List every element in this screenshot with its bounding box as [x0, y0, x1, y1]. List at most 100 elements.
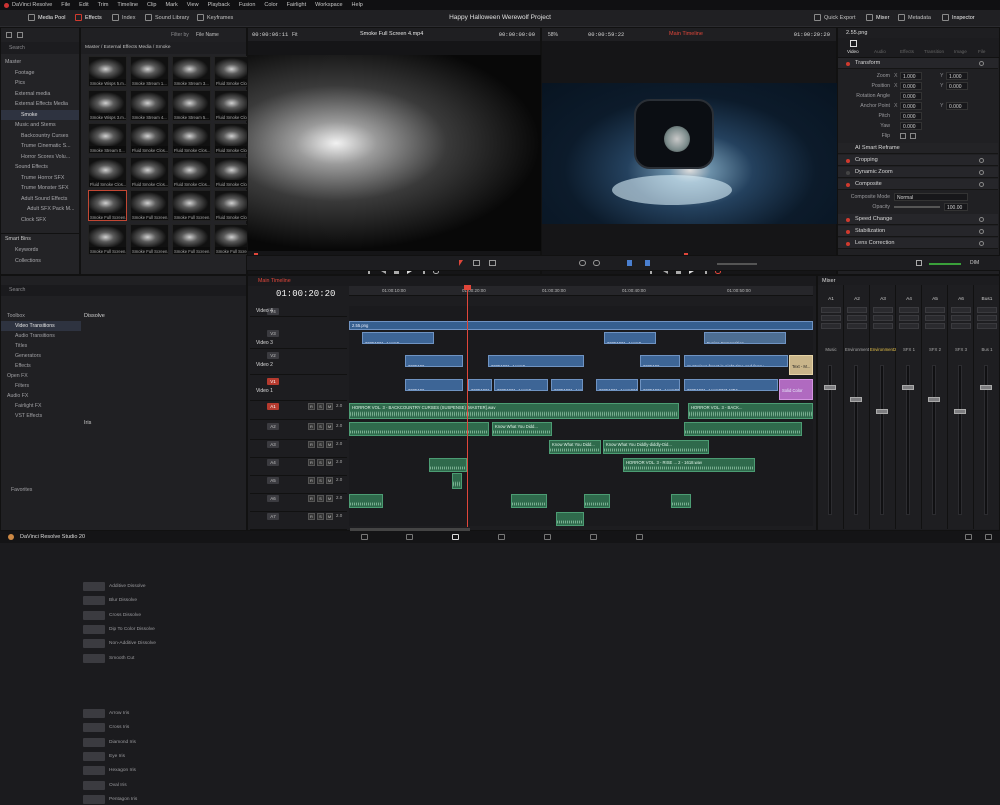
transition-item[interactable]: Blur Dissolve: [83, 595, 243, 606]
home-icon[interactable]: [965, 534, 972, 540]
timeline-name[interactable]: Main Timeline: [669, 31, 703, 37]
blade-tool-icon[interactable]: [489, 260, 496, 266]
fx-toolbox[interactable]: Toolbox: [1, 311, 81, 321]
zoom-slider[interactable]: [717, 263, 757, 265]
audio-clip[interactable]: HORROR VOL. 3 - RISE ... 2 - 1618.wav: [623, 458, 755, 472]
track-header-a5[interactable]: A5 2.0 R S M: [250, 476, 347, 494]
transition-item[interactable]: Cross Iris: [83, 722, 243, 733]
track-header-a1[interactable]: A1 2.0 R S M: [250, 402, 347, 420]
menu-fairlight[interactable]: Fairlight: [287, 0, 307, 10]
track-id-badge[interactable]: A1: [267, 403, 279, 410]
master-volume-slider[interactable]: [929, 263, 961, 265]
fx-effects[interactable]: Effects: [1, 361, 81, 371]
media-thumbnail[interactable]: Smoke Wisps 5.m...: [88, 56, 127, 87]
bin-smoke[interactable]: Smoke: [1, 109, 79, 120]
channel-insert-slot[interactable]: [821, 315, 841, 321]
tab-transition[interactable]: Transition: [924, 49, 944, 54]
channel-insert-slot[interactable]: [899, 323, 919, 329]
bin-music[interactable]: Music and Stems: [1, 120, 79, 131]
track-button[interactable]: M: [326, 477, 333, 484]
track-button[interactable]: S: [317, 459, 324, 466]
snap-icon[interactable]: [579, 260, 586, 266]
pool-grid-icon[interactable]: [17, 32, 23, 38]
track-button[interactable]: R: [308, 441, 315, 448]
track-id-badge[interactable]: A2: [267, 423, 279, 430]
bin-external-effects[interactable]: External Effects Media: [1, 99, 79, 110]
track-button[interactable]: S: [317, 403, 324, 410]
fx-vst-effects[interactable]: VST Effects: [1, 411, 81, 421]
menu-clip[interactable]: Clip: [147, 0, 156, 10]
menu-edit[interactable]: Edit: [79, 0, 88, 10]
menu-timeline[interactable]: Timeline: [117, 0, 138, 10]
audio-clip[interactable]: [684, 422, 802, 436]
position-x-field[interactable]: 0.000: [900, 82, 922, 90]
bin-master[interactable]: Master: [1, 57, 79, 68]
video-clip[interactable]: 2025102...: [405, 355, 463, 367]
channel-fader[interactable]: [850, 397, 862, 402]
media-thumbnail[interactable]: Smoke Stream 1...: [130, 56, 169, 87]
bin-trume-cinematic[interactable]: Trume Cinematic S...: [1, 141, 79, 152]
media-thumbnail[interactable]: Fluid Smoke Clos...: [172, 156, 211, 188]
metadata-button[interactable]: Metadata: [898, 10, 931, 27]
media-thumbnail[interactable]: Smoke Stream 3...: [172, 56, 211, 87]
channel-insert-slot[interactable]: [951, 307, 971, 313]
mixer-button[interactable]: Mixer: [866, 10, 889, 27]
transition-item[interactable]: Oval Iris: [83, 780, 243, 791]
media-thumbnail[interactable]: Smoke Full Screen...: [172, 223, 211, 255]
media-thumbnail[interactable]: Smoke Stream 0...: [88, 123, 127, 154]
link-icon[interactable]: [593, 260, 600, 266]
transition-item[interactable]: Dip To Color Dissolve: [83, 624, 243, 635]
channel-insert-slot[interactable]: [951, 315, 971, 321]
yaw-field[interactable]: 0.000: [900, 122, 922, 130]
track-button[interactable]: R: [308, 423, 315, 430]
transition-item[interactable]: Arrow Iris: [83, 708, 243, 719]
speaker-icon[interactable]: [916, 260, 922, 266]
audio-clip[interactable]: [429, 458, 467, 472]
track-header-a6[interactable]: A6 2.0 R S M: [250, 494, 347, 512]
filter-select[interactable]: File Name: [196, 32, 219, 38]
track-header-a2[interactable]: A2 2.0 R S M: [250, 422, 347, 440]
reset-icon[interactable]: [979, 158, 984, 163]
track-button[interactable]: R: [308, 477, 315, 484]
media-thumbnail[interactable]: Fluid Smoke Clos...: [130, 123, 169, 154]
channel-insert-slot[interactable]: [873, 315, 893, 321]
audio-clip[interactable]: [452, 473, 462, 489]
channel-fader[interactable]: [824, 385, 836, 390]
menu-help[interactable]: Help: [352, 0, 363, 10]
section-transform[interactable]: Transform: [838, 58, 998, 69]
track-header-v4[interactable]: V4 Video 4: [250, 307, 347, 317]
fx-generators[interactable]: Generators: [1, 351, 81, 361]
reset-icon[interactable]: [979, 217, 984, 222]
reset-icon[interactable]: [979, 241, 984, 246]
channel-insert-slot[interactable]: [925, 307, 945, 313]
fx-fairlight-fx[interactable]: Fairlight FX: [1, 401, 81, 411]
zoom-x-field[interactable]: 1.000: [900, 72, 922, 80]
track-button[interactable]: R: [308, 513, 315, 520]
track-id-badge[interactable]: A4: [267, 459, 279, 466]
media-thumbnail[interactable]: Smoke Full Screen...: [130, 190, 169, 221]
zoom-y-field[interactable]: 1.000: [946, 72, 968, 80]
fx-audio-transitions[interactable]: Audio Transitions: [1, 331, 81, 341]
menu-color[interactable]: Color: [264, 0, 277, 10]
video-clip[interactable]: 20251021_Acam0...: [362, 332, 434, 344]
channel-insert-slot[interactable]: [847, 307, 867, 313]
channel-fader[interactable]: [928, 397, 940, 402]
menu-workspace[interactable]: Workspace: [315, 0, 342, 10]
transition-item[interactable]: Hexagon Iris: [83, 765, 243, 776]
track-id-badge[interactable]: V3: [267, 330, 279, 337]
reset-icon[interactable]: [979, 229, 984, 234]
audio-clip[interactable]: [556, 512, 584, 526]
transition-item[interactable]: Diamond Iris: [83, 737, 243, 748]
channel-insert-slot[interactable]: [873, 307, 893, 313]
track-id-badge[interactable]: A7: [267, 513, 279, 520]
track-header-a4[interactable]: A4 2.0 R S M: [250, 458, 347, 476]
composite-mode-select[interactable]: Normal: [894, 193, 968, 201]
flip-v-icon[interactable]: [910, 133, 916, 139]
media-thumbnail[interactable]: Fluid Smoke Clos...: [172, 123, 211, 154]
bin-horror-scores[interactable]: Horror Scores Volu...: [1, 152, 79, 163]
track-header-v2[interactable]: V2 Video 2: [250, 351, 347, 375]
media-thumbnail[interactable]: Smoke Full Screen...: [88, 190, 127, 221]
media-thumbnail[interactable]: Fluid Smoke Clos...: [88, 156, 127, 188]
track-button[interactable]: M: [326, 513, 333, 520]
bin-footage[interactable]: Footage: [1, 68, 79, 79]
